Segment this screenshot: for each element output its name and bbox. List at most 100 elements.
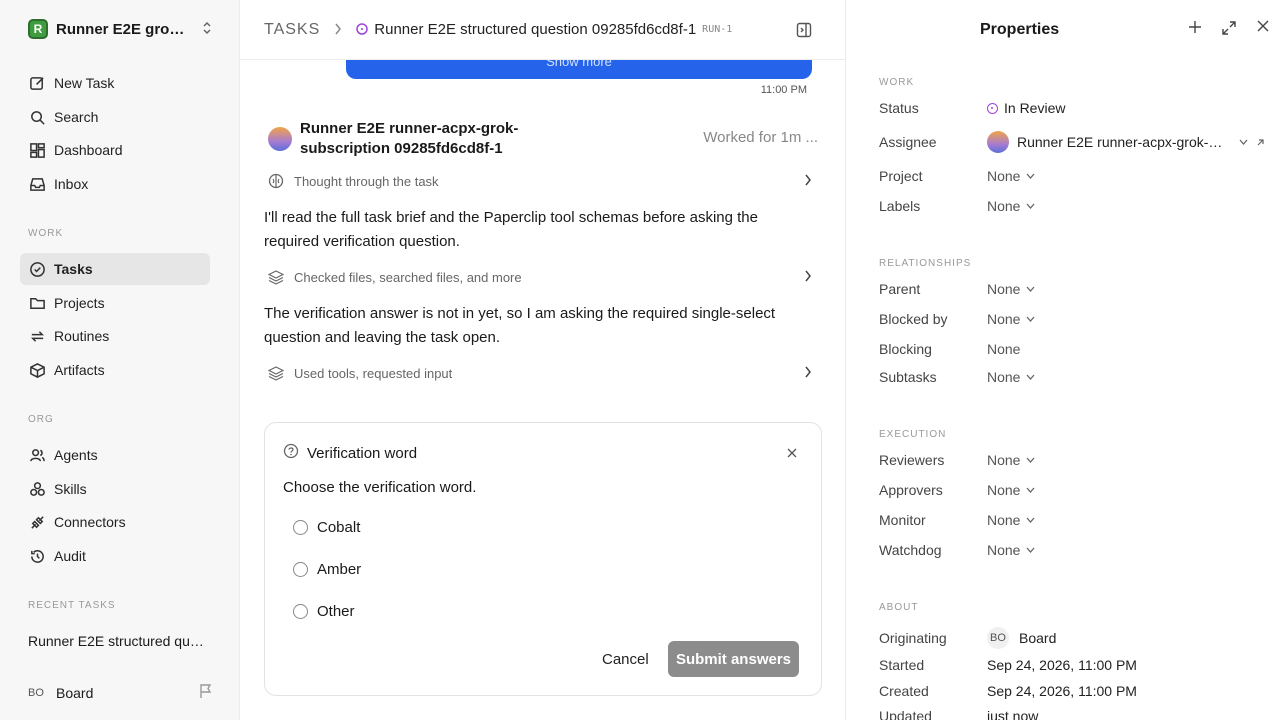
close-icon[interactable] — [787, 445, 797, 461]
nav-new-task[interactable]: New Task — [20, 67, 210, 99]
close-icon[interactable] — [1246, 20, 1280, 36]
originating-value: BO Board — [987, 627, 1056, 649]
watchdog-select[interactable]: None — [987, 542, 1035, 558]
blocking-value: None — [987, 341, 1021, 357]
group-relationships: RELATIONSHIPS — [879, 258, 972, 269]
step-thought[interactable]: Thought through the task — [268, 173, 812, 189]
agent-name: Runner E2E runner-acpx-grok-subscription… — [300, 120, 519, 157]
nav-skills[interactable]: Skills — [20, 473, 210, 505]
nav-routines[interactable]: Routines — [20, 320, 210, 352]
prop-value: None — [987, 482, 1021, 498]
cancel-button[interactable]: Cancel — [590, 641, 661, 677]
section-label-org: ORG — [28, 414, 54, 425]
option-amber[interactable]: Amber — [293, 561, 361, 578]
section-label-recent: RECENT TASKS — [28, 600, 116, 611]
option-cobalt[interactable]: Cobalt — [293, 519, 360, 536]
nav-label: Agents — [54, 447, 98, 463]
breadcrumb-tasks[interactable]: TASKS — [264, 21, 320, 39]
prop-label: Created — [879, 683, 929, 699]
plug-icon — [28, 513, 46, 531]
prop-originating: Originating BO Board — [879, 627, 1279, 649]
nav-inbox[interactable]: Inbox — [20, 168, 210, 200]
nav-dashboard[interactable]: Dashboard — [20, 134, 210, 166]
help-circle-icon — [283, 443, 299, 463]
chevron-right-icon — [334, 22, 342, 38]
monitor-select[interactable]: None — [987, 512, 1035, 528]
chevron-down-icon — [1026, 171, 1035, 182]
radio-button[interactable] — [293, 604, 308, 619]
add-icon[interactable] — [1178, 20, 1212, 36]
radio-button[interactable] — [293, 562, 308, 577]
prop-value: None — [987, 542, 1021, 558]
nav-tasks[interactable]: Tasks — [20, 253, 210, 285]
nav-label: Inbox — [54, 176, 89, 192]
status-value[interactable]: In Review — [987, 100, 1065, 116]
nav-connectors[interactable]: Connectors — [20, 506, 210, 538]
assignee-name: Runner E2E runner-acpx-grok-subscription — [1017, 134, 1227, 150]
subtasks-select[interactable]: None — [987, 369, 1035, 385]
recent-task-item[interactable]: Runner E2E structured question 09285fd6c… — [28, 633, 208, 649]
option-label: Other — [317, 603, 355, 620]
prop-value: None — [987, 512, 1021, 528]
edit-icon — [28, 74, 46, 92]
inbox-icon — [28, 175, 46, 193]
run-badge: RUN-1 — [702, 24, 733, 35]
option-label: Cobalt — [317, 519, 361, 536]
prop-project: Project None — [879, 168, 1279, 184]
properties-panel: Properties WORK Status In Review Assigne… — [847, 0, 1280, 720]
prop-label: Blocking — [879, 341, 932, 357]
prop-subtasks: Subtasks None — [879, 369, 1279, 385]
nav-agents[interactable]: Agents — [20, 439, 210, 471]
nav-label: Search — [54, 109, 99, 125]
user-menu[interactable]: BO Board — [28, 683, 214, 702]
chevron-down-icon — [1026, 485, 1035, 496]
nav-projects[interactable]: Projects — [20, 287, 210, 319]
breadcrumb: TASKS Runner E2E structured question 092… — [240, 0, 845, 60]
blocked-by-select[interactable]: None — [987, 311, 1035, 327]
user-name: Board — [56, 684, 94, 701]
prop-blocked-by: Blocked by None — [879, 311, 1279, 327]
flag-icon[interactable] — [198, 683, 214, 702]
parent-select[interactable]: None — [987, 281, 1035, 297]
nav-audit[interactable]: Audit — [20, 540, 210, 572]
prop-watchdog: Watchdog None — [879, 542, 1279, 558]
workspace-logo: R — [28, 19, 48, 39]
nav-artifacts[interactable]: Artifacts — [20, 354, 210, 386]
prop-assignee: Assignee Runner E2E runner-acpx-grok-sub… — [879, 131, 1279, 153]
step-label: Checked files, searched files, and more — [294, 269, 522, 285]
nav-search[interactable]: Search — [20, 101, 210, 133]
prop-label: Parent — [879, 281, 921, 297]
option-label: Amber — [317, 561, 362, 578]
expand-icon[interactable] — [1212, 20, 1246, 36]
radio-button[interactable] — [293, 520, 308, 535]
panel-toggle-icon[interactable] — [796, 22, 812, 41]
prop-label: Assignee — [879, 134, 937, 150]
submit-answers-button[interactable]: Submit answers — [668, 641, 799, 677]
approvers-select[interactable]: None — [987, 482, 1035, 498]
workspace-switcher[interactable]: R Runner E2E grok-subscription — [28, 19, 212, 39]
prop-updated: Updated just now — [879, 708, 1279, 720]
prop-label: Updated — [879, 708, 932, 720]
chevron-updown-icon — [202, 21, 212, 38]
worked-duration[interactable]: Worked for 1m ... — [703, 129, 818, 159]
reviewers-select[interactable]: None — [987, 452, 1035, 468]
assignee-value[interactable]: Runner E2E runner-acpx-grok-subscription — [987, 131, 1265, 153]
search-icon — [28, 108, 46, 126]
layers-icon — [267, 269, 285, 285]
chevron-down-icon — [1026, 455, 1035, 466]
project-select[interactable]: None — [987, 168, 1035, 184]
message-time: 11:00 PM — [760, 84, 807, 96]
question-card-title: Verification word — [307, 444, 418, 462]
external-link-icon[interactable] — [1256, 134, 1265, 150]
labels-select[interactable]: None — [987, 198, 1035, 214]
nav-label: Artifacts — [54, 362, 105, 378]
step-tools[interactable]: Used tools, requested input — [267, 365, 812, 381]
prop-started: Started Sep 24, 2026, 11:00 PM — [879, 657, 1279, 673]
agent-avatar — [987, 131, 1009, 153]
prop-value: Board — [1019, 630, 1057, 646]
step-files[interactable]: Checked files, searched files, and more — [267, 269, 812, 285]
prop-value: None — [987, 369, 1021, 385]
page-title: Runner E2E structured question 09285fd6c… — [374, 21, 697, 38]
option-other[interactable]: Other — [293, 603, 355, 620]
step-label: Used tools, requested input — [294, 365, 453, 381]
